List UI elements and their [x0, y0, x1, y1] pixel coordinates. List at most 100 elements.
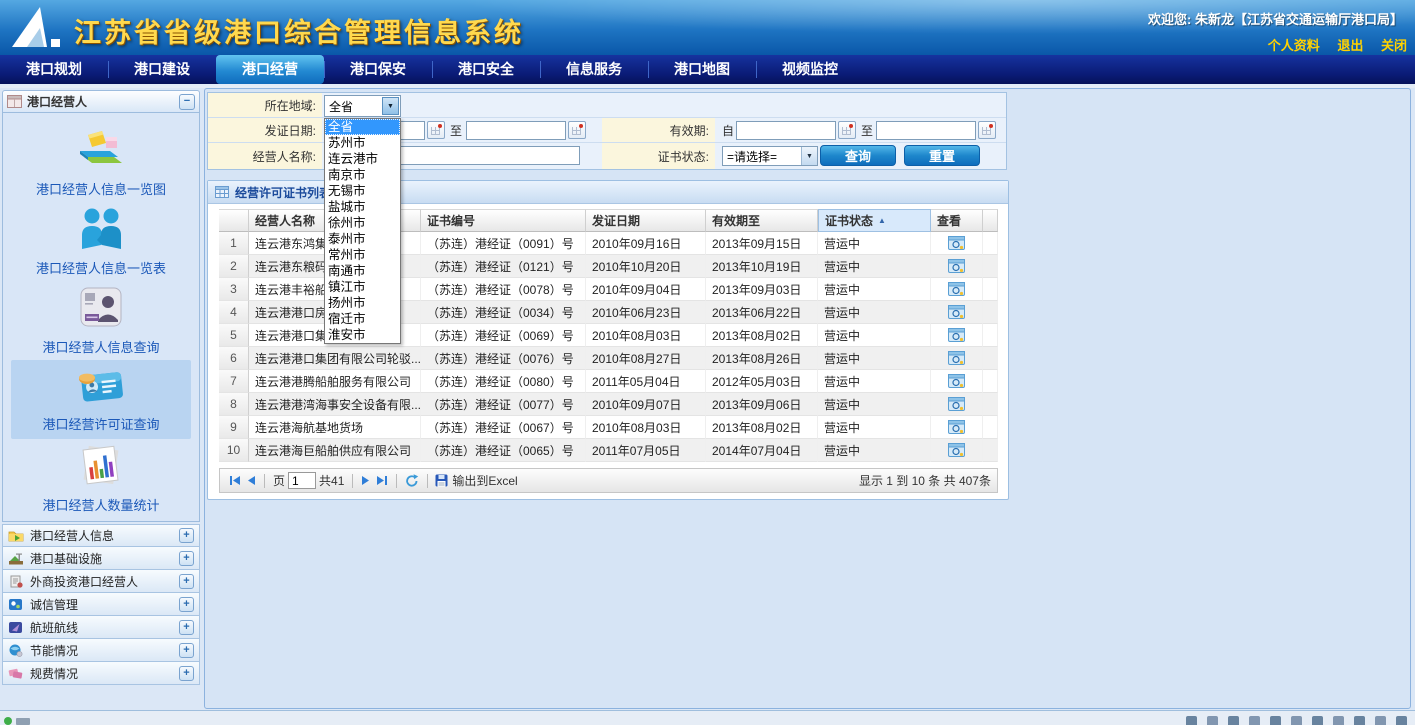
cell-issue-date: 2010年10月20日 — [586, 255, 706, 278]
column-header-6[interactable]: 查看 — [931, 209, 983, 232]
valid-from-input[interactable] — [736, 121, 836, 140]
sidebar-item-2[interactable]: 港口经营人信息一览表 — [11, 202, 191, 281]
table-row: 10连云港海巨船舶供应有限公司（苏连）港经证（0065）号2011年07月05日… — [219, 439, 998, 462]
region-option[interactable]: 无锡市 — [325, 183, 400, 199]
calendar-icon[interactable] — [427, 121, 445, 139]
sidebar-section-5[interactable]: 航班航线+ — [2, 616, 200, 639]
expand-button[interactable]: + — [179, 643, 194, 658]
collapse-button[interactable]: − — [179, 94, 195, 110]
sidebar: 港口经营人 − 港口经营人信息一览图港口经营人信息一览表港口经营人信息查询港口经… — [2, 88, 202, 709]
expand-button[interactable]: + — [179, 597, 194, 612]
view-button[interactable] — [931, 393, 983, 416]
region-option[interactable]: 全省 — [325, 119, 400, 135]
from-label: 自 — [722, 118, 734, 142]
region-option[interactable]: 常州市 — [325, 247, 400, 263]
expand-button[interactable]: + — [179, 551, 194, 566]
sidebar-item-4[interactable]: 港口经营许可证查询 — [11, 360, 191, 439]
region-option[interactable]: 苏州市 — [325, 135, 400, 151]
cell-operator-name: 连云港港腾船舶服务有限公司 — [249, 370, 421, 393]
expand-button[interactable]: + — [179, 528, 194, 543]
expand-button[interactable]: + — [179, 620, 194, 635]
column-header-5[interactable]: 证书状态▲ — [818, 209, 931, 232]
profile-link[interactable]: 个人资料 — [1268, 38, 1320, 53]
calendar-icon[interactable] — [568, 121, 586, 139]
region-option[interactable]: 镇江市 — [325, 279, 400, 295]
region-option[interactable]: 淮安市 — [325, 327, 400, 343]
search-button[interactable]: 查询 — [820, 145, 896, 166]
region-option[interactable]: 徐州市 — [325, 215, 400, 231]
view-button[interactable] — [931, 278, 983, 301]
region-option[interactable]: 南京市 — [325, 167, 400, 183]
calendar-icon[interactable] — [838, 121, 856, 139]
nav-tab-4[interactable]: 港口保安 — [324, 55, 432, 84]
cell-valid-until: 2013年10月19日 — [706, 255, 818, 278]
column-header-3[interactable]: 发证日期 — [586, 209, 706, 232]
calendar-icon[interactable] — [978, 121, 996, 139]
nav-tab-8[interactable]: 视频监控 — [756, 55, 864, 84]
row-number: 2 — [219, 255, 249, 278]
refresh-icon[interactable] — [405, 474, 419, 487]
view-button[interactable] — [931, 255, 983, 278]
taskbar-icons — [1186, 716, 1407, 725]
sidebar-section-1[interactable]: 港口经营人信息+ — [2, 524, 200, 547]
sidebar-item-label: 港口经营人数量统计 — [42, 495, 159, 514]
sidebar-item-5[interactable]: 港口经营人数量统计 — [11, 439, 191, 518]
sidebar-panel-header[interactable]: 港口经营人 − — [2, 90, 200, 113]
reset-button[interactable]: 重置 — [904, 145, 980, 166]
nav-tab-3[interactable]: 港口经营 — [216, 55, 324, 84]
issue-date-to-input[interactable] — [466, 121, 566, 140]
region-select[interactable]: 全省 ▼ — [324, 95, 401, 117]
view-button[interactable] — [931, 370, 983, 393]
cell-filler — [983, 439, 998, 462]
column-header-2[interactable]: 证书编号 — [421, 209, 586, 232]
region-option[interactable]: 盐城市 — [325, 199, 400, 215]
sidebar-section-2[interactable]: 港口基础设施+ — [2, 547, 200, 570]
cell-issue-date: 2010年08月03日 — [586, 416, 706, 439]
sidebar-section-6[interactable]: 节能情况+ — [2, 639, 200, 662]
sidebar-item-3[interactable]: 港口经营人信息查询 — [11, 281, 191, 360]
region-option[interactable]: 宿迁市 — [325, 311, 400, 327]
view-button[interactable] — [931, 347, 983, 370]
expand-button[interactable]: + — [179, 574, 194, 589]
cell-cert-number: （苏连）港经证（0121）号 — [421, 255, 586, 278]
sidebar-item-1[interactable]: 港口经营人信息一览图 — [11, 123, 191, 202]
page-input[interactable] — [288, 472, 316, 489]
cell-status: 营运中 — [818, 278, 931, 301]
cell-filler — [983, 232, 998, 255]
last-page-icon[interactable] — [376, 475, 388, 486]
row-number: 6 — [219, 347, 249, 370]
nav-tab-7[interactable]: 港口地图 — [648, 55, 756, 84]
view-button[interactable] — [931, 232, 983, 255]
sidebar-section-7[interactable]: 规费情况+ — [2, 662, 200, 685]
column-header-4[interactable]: 有效期至 — [706, 209, 818, 232]
nav-tab-5[interactable]: 港口安全 — [432, 55, 540, 84]
sidebar-section-3[interactable]: 外商投资港口经营人+ — [2, 570, 200, 593]
view-button[interactable] — [931, 301, 983, 324]
valid-to-input[interactable] — [876, 121, 976, 140]
cell-valid-until: 2014年07月04日 — [706, 439, 818, 462]
logout-link[interactable]: 退出 — [1337, 38, 1363, 53]
column-header-rownum — [219, 209, 249, 232]
next-page-icon[interactable] — [361, 475, 370, 486]
sidebar-section-4[interactable]: 诚信管理+ — [2, 593, 200, 616]
region-option[interactable]: 连云港市 — [325, 151, 400, 167]
cell-filler — [983, 324, 998, 347]
nav-tab-2[interactable]: 港口建设 — [108, 55, 216, 84]
export-excel-button[interactable]: 输出到Excel — [435, 472, 517, 489]
first-page-icon[interactable] — [229, 475, 241, 486]
close-link[interactable]: 关闭 — [1381, 38, 1407, 53]
column-header-label: 有效期至 — [712, 212, 760, 229]
nav-tab-6[interactable]: 信息服务 — [540, 55, 648, 84]
region-option[interactable]: 南通市 — [325, 263, 400, 279]
view-button[interactable] — [931, 416, 983, 439]
status-select[interactable]: =请选择= ▼ — [722, 146, 818, 166]
nav-tab-1[interactable]: 港口规划 — [0, 55, 108, 84]
region-option[interactable]: 泰州市 — [325, 231, 400, 247]
cell-cert-number: （苏连）港经证（0080）号 — [421, 370, 586, 393]
prev-page-icon[interactable] — [247, 475, 256, 486]
view-button[interactable] — [931, 324, 983, 347]
expand-button[interactable]: + — [179, 666, 194, 681]
cell-cert-number: （苏连）港经证（0078）号 — [421, 278, 586, 301]
view-button[interactable] — [931, 439, 983, 462]
region-option[interactable]: 扬州市 — [325, 295, 400, 311]
